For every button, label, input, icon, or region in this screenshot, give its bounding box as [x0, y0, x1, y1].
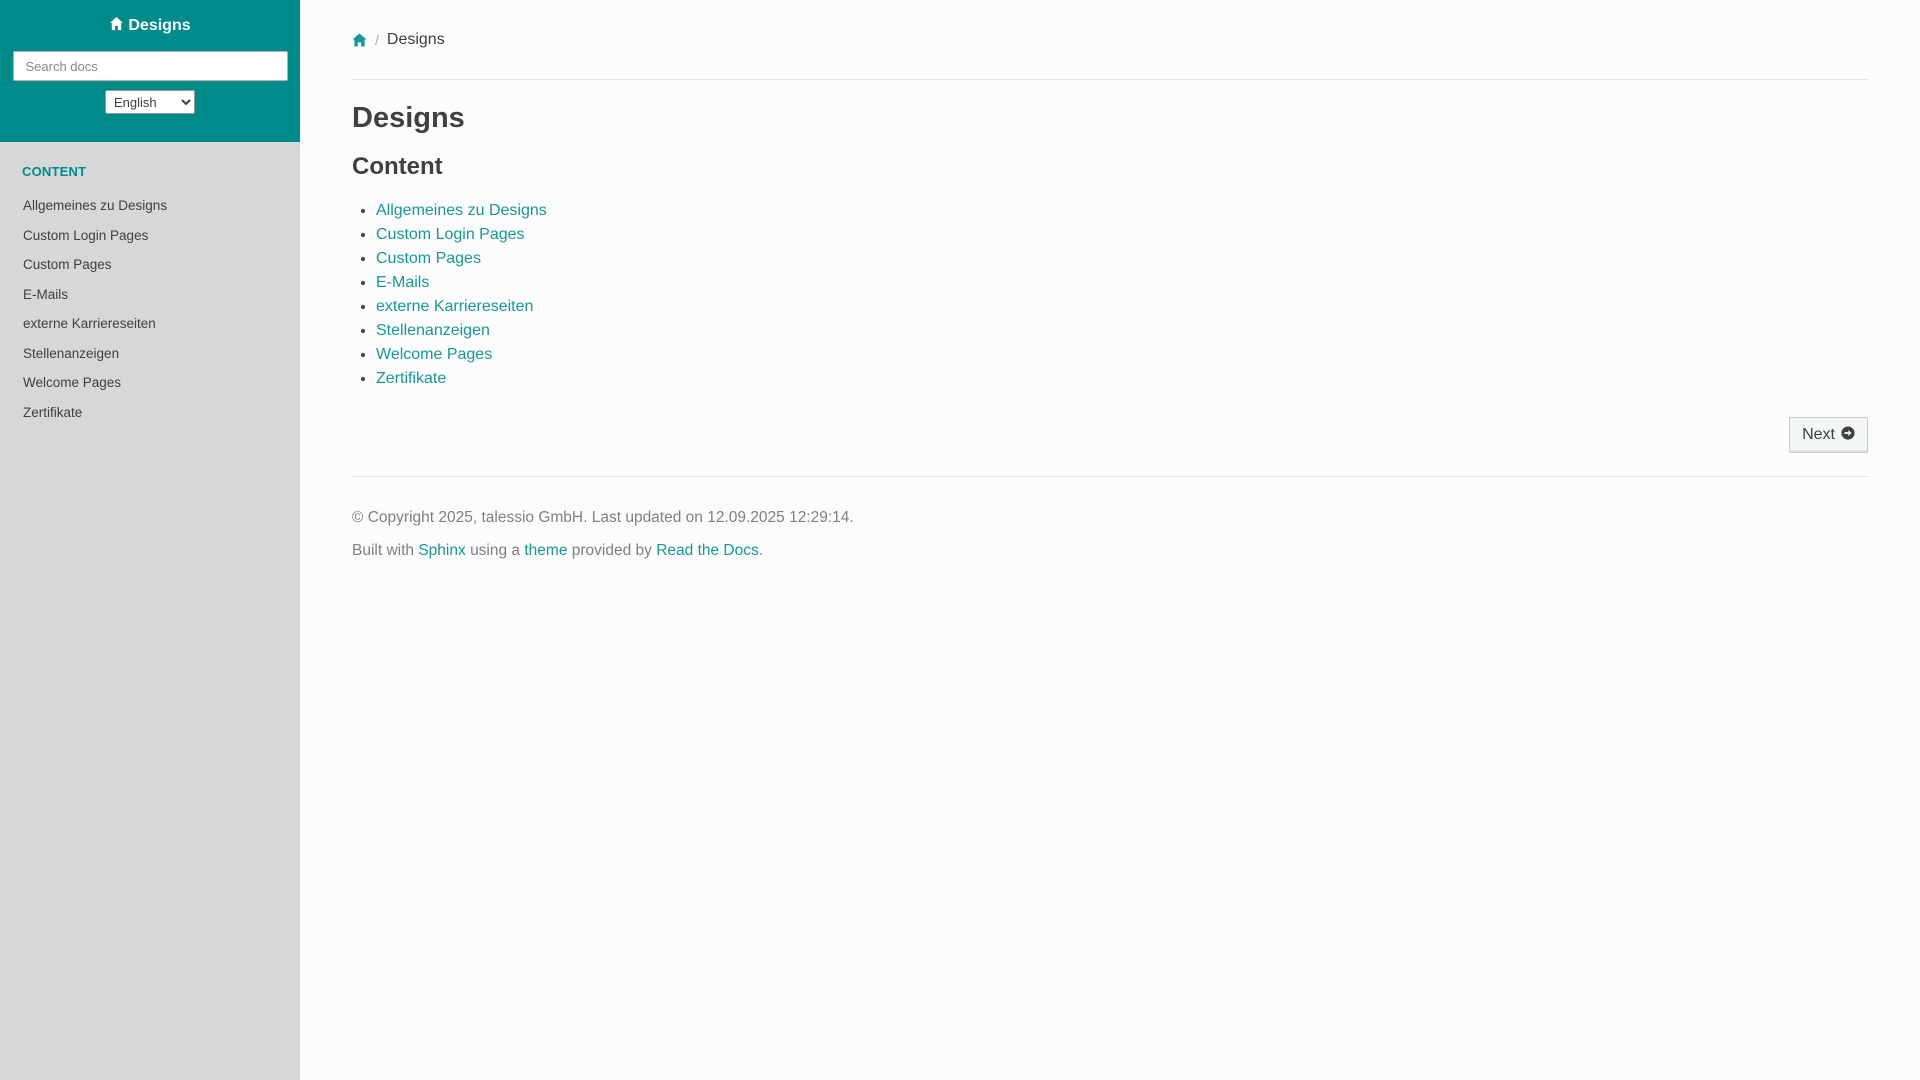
- sidebar-caption: CONTENT: [22, 164, 87, 179]
- sidebar-item-e-mails[interactable]: E-Mails: [0, 280, 300, 310]
- main-content: / Designs Designs Content Allgemeines zu…: [352, 0, 1868, 567]
- built-with-text: Built with: [352, 542, 415, 559]
- built-with-line: Built with Sphinx using a theme provided…: [352, 534, 1868, 567]
- copyright-text: © Copyright 2025, talessio GmbH. Last up…: [352, 509, 854, 526]
- sidebar-header: Designs English: [0, 0, 300, 142]
- toc-item: Allgemeines zu Designs: [376, 199, 1868, 223]
- toc-link-allgemeines[interactable]: Allgemeines zu Designs: [376, 202, 547, 219]
- sidebar-item-externe-karriereseiten[interactable]: externe Karriereseiten: [0, 309, 300, 339]
- search-input[interactable]: [12, 51, 288, 81]
- language-select[interactable]: English: [105, 90, 195, 114]
- using-a-text: using a: [470, 542, 521, 559]
- page-title: Designs: [352, 102, 465, 134]
- toc-link-e-mails[interactable]: E-Mails: [376, 274, 429, 291]
- breadcrumb: / Designs: [352, 0, 1868, 80]
- sidebar-item-welcome-pages[interactable]: Welcome Pages: [0, 368, 300, 398]
- sidebar-menu: CONTENT Allgemeines zu Designs Custom Lo…: [0, 142, 300, 427]
- toc-link-custom-pages[interactable]: Custom Pages: [376, 250, 481, 267]
- sidebar-item-zertifikate[interactable]: Zertifikate: [0, 398, 300, 428]
- project-home-link[interactable]: Designs: [109, 16, 191, 36]
- toc-item: E-Mails: [376, 271, 1868, 295]
- sidebar-item-allgemeines[interactable]: Allgemeines zu Designs: [0, 191, 300, 221]
- toc-link-stellenanzeigen[interactable]: Stellenanzeigen: [376, 322, 490, 339]
- sidebar-item-custom-login-pages[interactable]: Custom Login Pages: [0, 221, 300, 251]
- toc-link-custom-login-pages[interactable]: Custom Login Pages: [376, 226, 525, 243]
- next-button[interactable]: Next: [1789, 417, 1868, 453]
- sidebar-list: Allgemeines zu Designs Custom Login Page…: [0, 191, 300, 427]
- arrow-circle-right-icon: [1841, 425, 1855, 445]
- toc-link-externe-karriereseiten[interactable]: externe Karriereseiten: [376, 298, 533, 315]
- toc-link-zertifikate[interactable]: Zertifikate: [376, 370, 446, 387]
- provided-by-text: provided by: [571, 542, 652, 559]
- breadcrumb-home-icon[interactable]: [352, 32, 367, 47]
- next-button-label: Next: [1802, 426, 1835, 443]
- breadcrumb-current: Designs: [386, 30, 445, 48]
- footer-navigation: Next: [352, 417, 1868, 477]
- breadcrumb-separator: /: [375, 31, 379, 48]
- theme-link[interactable]: theme: [524, 542, 567, 559]
- toc-list: Allgemeines zu Designs Custom Login Page…: [352, 199, 1868, 391]
- section-title: Content: [352, 153, 443, 180]
- footer: © Copyright 2025, talessio GmbH. Last up…: [352, 501, 1868, 567]
- footer-period: .: [758, 542, 764, 559]
- toc-item: Welcome Pages: [376, 343, 1868, 367]
- project-title: Designs: [128, 17, 191, 34]
- read-the-docs-link[interactable]: Read the Docs: [656, 542, 759, 559]
- sidebar: Designs English CONTENT Allgemeines zu D…: [0, 0, 300, 1080]
- toc-item: Zertifikate: [376, 367, 1868, 391]
- home-icon: [109, 16, 124, 36]
- sidebar-item-custom-pages[interactable]: Custom Pages: [0, 250, 300, 280]
- sphinx-link[interactable]: Sphinx: [418, 542, 465, 559]
- toc-link-welcome-pages[interactable]: Welcome Pages: [376, 346, 492, 363]
- toc-item: Custom Pages: [376, 247, 1868, 271]
- sidebar-item-stellenanzeigen[interactable]: Stellenanzeigen: [0, 339, 300, 369]
- toc-item: Custom Login Pages: [376, 223, 1868, 247]
- toc-item: externe Karriereseiten: [376, 295, 1868, 319]
- toc-item: Stellenanzeigen: [376, 319, 1868, 343]
